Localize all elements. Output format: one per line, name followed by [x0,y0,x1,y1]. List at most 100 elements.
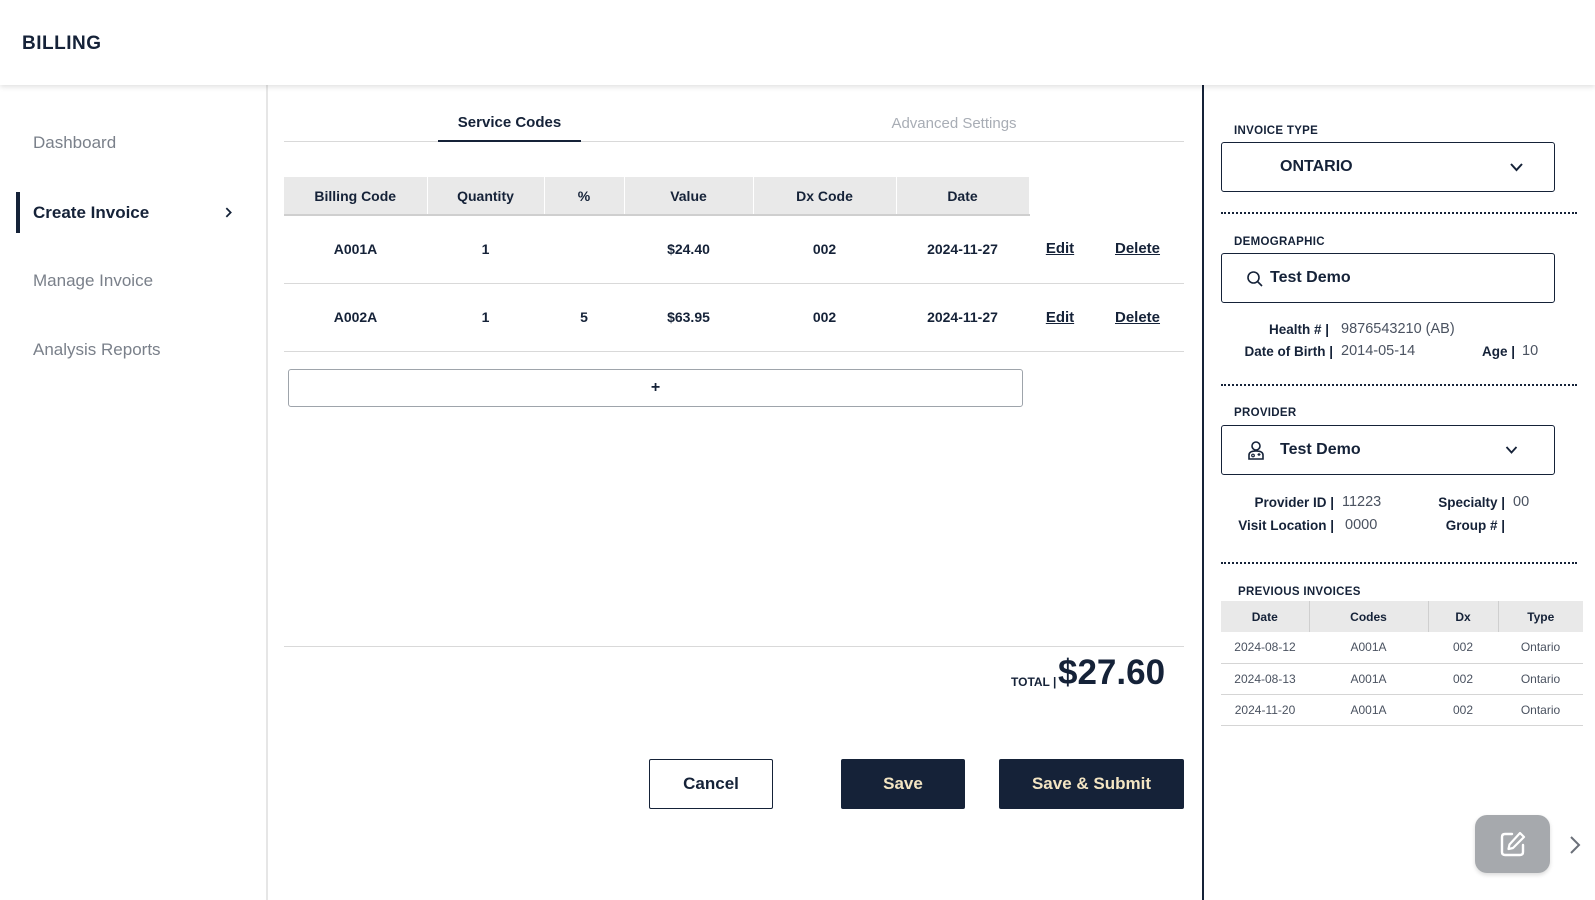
table-row: A001A 1 $24.40 002 2024-11-27 Edit Delet… [284,215,1184,284]
sidebar-item-create-invoice[interactable]: Create Invoice [16,192,251,233]
table-row[interactable]: 2024-11-20 A001A 002 Ontario [1221,694,1583,726]
sidebar-item-label: Create Invoice [33,202,150,222]
tab-advanced-settings[interactable]: Advanced Settings [854,105,1054,142]
visit-location-label: Visit Location | [1238,518,1334,533]
date-cell: 2024-08-13 [1221,663,1309,695]
sidebar-item-analysis-reports[interactable]: Analysis Reports [16,329,251,370]
specialty-label: Specialty | [1438,495,1505,510]
edit-link[interactable]: Edit [1046,309,1074,326]
sidebar-item-label: Dashboard [33,132,117,152]
dx-cell: 002 [1428,694,1498,726]
total-label: TOTAL | [1011,675,1057,689]
page-title: BILLING [22,33,102,54]
percent-cell: 5 [544,283,624,352]
invoice-type-label: INVOICE TYPE [1234,125,1319,137]
cancel-button[interactable]: Cancel [649,759,773,809]
table-row[interactable]: 2024-08-12 A001A 002 Ontario [1221,632,1583,664]
codes-cell: A001A [1309,663,1428,695]
chevron-right-icon [225,207,232,218]
save-and-submit-button[interactable]: Save & Submit [999,759,1184,809]
health-number-label: Health # | [1268,322,1329,337]
app-header: BILLING [0,0,1595,85]
dx-cell: 002 [1428,632,1498,664]
quantity-cell: 1 [427,283,544,352]
date-cell: 2024-11-27 [896,215,1029,284]
visit-location-value: 0000 [1345,517,1378,533]
delete-link[interactable]: Delete [1115,240,1160,257]
edit-link[interactable]: Edit [1046,240,1074,257]
provider-id-label: Provider ID | [1254,495,1334,510]
column-header: Codes [1309,601,1429,632]
table-header-row: Date Codes Dx Type [1221,601,1583,632]
demographic-search-field[interactable]: Test Demo [1221,253,1555,303]
sidebar-item-dashboard[interactable]: Dashboard [16,122,251,163]
search-icon [1247,271,1263,287]
section-divider [1221,212,1577,214]
chevron-right-icon[interactable] [1567,833,1583,857]
column-header: Date [1221,601,1310,632]
chevron-down-icon [1505,446,1518,454]
total-divider [284,646,1184,647]
previous-invoices-table: Date Codes Dx Type 2024-08-12 A001A 002 … [1221,601,1583,726]
save-button[interactable]: Save [841,759,965,809]
delete-cell: Delete [1091,283,1184,352]
demographic-label: DEMOGRAPHIC [1234,236,1325,248]
tab-bar: Service Codes Advanced Settings [284,105,1184,142]
provider-value: Test Demo [1280,441,1361,458]
column-header: Dx Code [753,177,897,216]
doctor-icon [1248,441,1264,460]
previous-invoices-label: PREVIOUS INVOICES [1238,586,1361,598]
date-of-birth-value: 2014-05-14 [1341,343,1416,359]
date-cell: 2024-08-12 [1221,632,1309,664]
specialty-value: 00 [1513,494,1530,510]
value-cell: $24.40 [624,215,753,284]
column-header: Quantity [427,177,545,216]
edit-cell: Edit [1029,215,1091,284]
delete-link[interactable]: Delete [1115,309,1160,326]
edit-note-button[interactable] [1475,815,1550,873]
edit-cell: Edit [1029,283,1091,352]
health-number-value: 9876543210 (AB) [1341,321,1455,337]
add-service-code-button[interactable]: + [288,369,1023,407]
age-value: 10 [1522,343,1539,359]
invoice-details-panel: INVOICE TYPE ONTARIO DEMOGRAPHIC Test De… [1202,85,1595,900]
edit-note-icon [1500,831,1525,857]
age-label: Age | [1481,344,1515,359]
date-cell: 2024-11-27 [896,283,1029,352]
section-divider [1221,562,1577,564]
codes-cell: A001A [1309,632,1428,664]
sidebar: Dashboard Create Invoice Manage Invoice … [0,85,268,900]
date-of-birth-label: Date of Birth | [1244,344,1333,359]
type-cell: Ontario [1498,694,1583,726]
column-header: Date [896,177,1030,216]
sidebar-item-label: Analysis Reports [33,339,161,359]
tab-service-codes[interactable]: Service Codes [438,105,581,142]
column-header-blank [1091,177,1184,215]
invoice-type-select[interactable]: ONTARIO [1221,142,1555,192]
dx-cell: 002 [1428,663,1498,695]
sidebar-item-manage-invoice[interactable]: Manage Invoice [16,260,251,301]
column-header: Type [1498,601,1583,632]
value-cell: $63.95 [624,283,753,352]
dx-code-cell: 002 [753,215,896,284]
provider-id-value: 11223 [1342,494,1382,510]
dx-code-cell: 002 [753,283,896,352]
column-header: Value [624,177,754,216]
provider-select[interactable]: Test Demo [1221,425,1555,475]
main-content: Service Codes Advanced Settings Billing … [268,85,1202,900]
group-number-label: Group # | [1445,518,1505,533]
delete-cell: Delete [1091,215,1184,284]
column-header: Dx [1428,601,1499,632]
column-header: Billing Code [284,177,428,216]
demographic-search-value: Test Demo [1270,269,1351,286]
chevron-down-icon [1510,163,1523,172]
table-header-row: Billing Code Quantity % Value Dx Code Da… [284,177,1184,216]
total-value: $27.60 [1058,653,1166,692]
billing-code-cell: A001A [284,215,427,284]
table-row[interactable]: 2024-08-13 A001A 002 Ontario [1221,663,1583,695]
percent-cell [544,215,624,284]
section-divider [1221,384,1577,386]
type-cell: Ontario [1498,663,1583,695]
table-row: A002A 1 5 $63.95 002 2024-11-27 Edit Del… [284,283,1184,352]
invoice-type-value: ONTARIO [1280,158,1353,175]
